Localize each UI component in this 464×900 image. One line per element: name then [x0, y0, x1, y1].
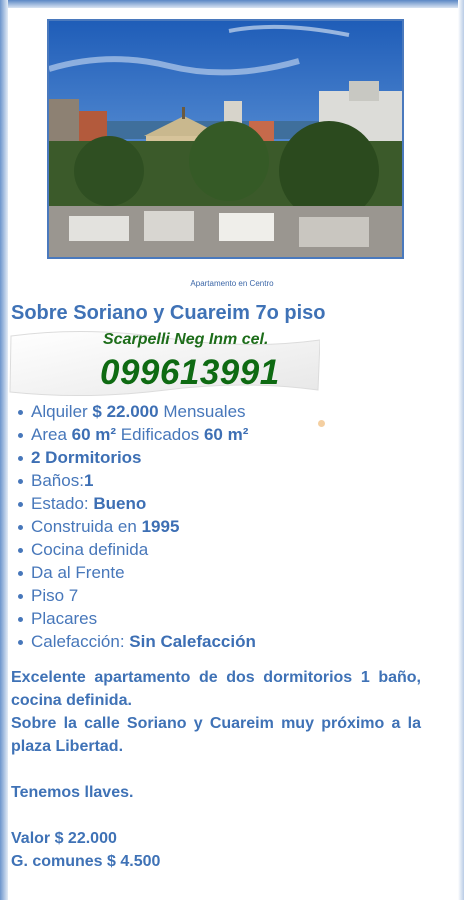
top-border	[0, 0, 464, 8]
feature-label: Piso 7	[31, 586, 79, 605]
feature-item: Alquiler $ 22.000 Mensuales	[18, 400, 256, 423]
photo-caption: Apartamento en Centro	[190, 279, 274, 288]
feature-item: Cocina definida	[18, 538, 256, 561]
feature-item: Estado: Bueno	[18, 492, 256, 515]
description: Excelente apartamento de dos dormitorios…	[11, 666, 421, 873]
feature-item: Placares	[18, 607, 256, 630]
bullet-icon	[18, 594, 23, 600]
feature-label: Placares	[31, 609, 98, 628]
feature-item: Da al Frente	[18, 561, 256, 584]
feature-item: Area 60 m² Edificados 60 m²	[18, 423, 256, 446]
feature-label: Cocina definida	[31, 540, 149, 559]
bullet-icon	[18, 640, 23, 646]
left-border	[0, 0, 8, 900]
description-line-1: Excelente apartamento de dos dormitorios…	[11, 669, 421, 709]
feature-suffix: Mensuales	[158, 402, 246, 421]
feature-value-2: 60 m²	[203, 425, 249, 444]
description-line-2: Sobre la calle Soriano y Cuareim muy pró…	[11, 715, 421, 755]
property-photo	[47, 19, 404, 259]
bullet-icon	[18, 479, 23, 485]
feature-value: 1	[83, 471, 94, 490]
bullet-icon	[18, 525, 23, 531]
bullet-icon	[18, 433, 23, 439]
agent-name: Scarpelli Neg Inm cel.	[103, 331, 269, 348]
feature-label: Estado:	[31, 494, 94, 513]
feature-label: Area	[31, 425, 72, 444]
feature-value: 2 Dormitorios	[31, 448, 142, 467]
feature-item: Baños:1	[18, 469, 256, 492]
common-fees: G. comunes $ 4.500	[11, 853, 161, 870]
bullet-icon	[18, 571, 23, 577]
phone-number[interactable]: 099613991	[100, 353, 280, 393]
bullet-icon	[18, 410, 23, 416]
bullet-icon	[18, 502, 23, 508]
feature-value: Bueno	[93, 494, 147, 513]
feature-value: Sin Calefacción	[129, 632, 256, 651]
feature-suffix: Edificados	[116, 425, 204, 444]
feature-value: 60 m²	[71, 425, 117, 444]
feature-label: Baños:	[31, 471, 84, 490]
right-border	[458, 0, 464, 900]
feature-label: Construida en	[31, 517, 142, 536]
features-list: Alquiler $ 22.000 Mensuales Area 60 m² Ed…	[18, 400, 256, 653]
listing-title: Sobre Soriano y Cuareim 7o piso	[11, 302, 326, 324]
feature-item: Piso 7	[18, 584, 256, 607]
feature-label: Calefacción:	[31, 632, 130, 651]
price-value: Valor $ 22.000	[11, 830, 117, 847]
feature-value: $ 22.000	[92, 402, 159, 421]
bullet-icon	[18, 617, 23, 623]
feature-value: 1995	[141, 517, 180, 536]
keys-note: Tenemos llaves.	[11, 784, 134, 801]
feature-label: Da al Frente	[31, 563, 125, 582]
feature-item: Construida en 1995	[18, 515, 256, 538]
watermark-dot	[318, 420, 325, 427]
feature-item: Calefacción: Sin Calefacción	[18, 630, 256, 653]
bullet-icon	[18, 548, 23, 554]
feature-item: 2 Dormitorios	[18, 446, 256, 469]
feature-label: Alquiler	[31, 402, 93, 421]
bullet-icon	[18, 456, 23, 462]
